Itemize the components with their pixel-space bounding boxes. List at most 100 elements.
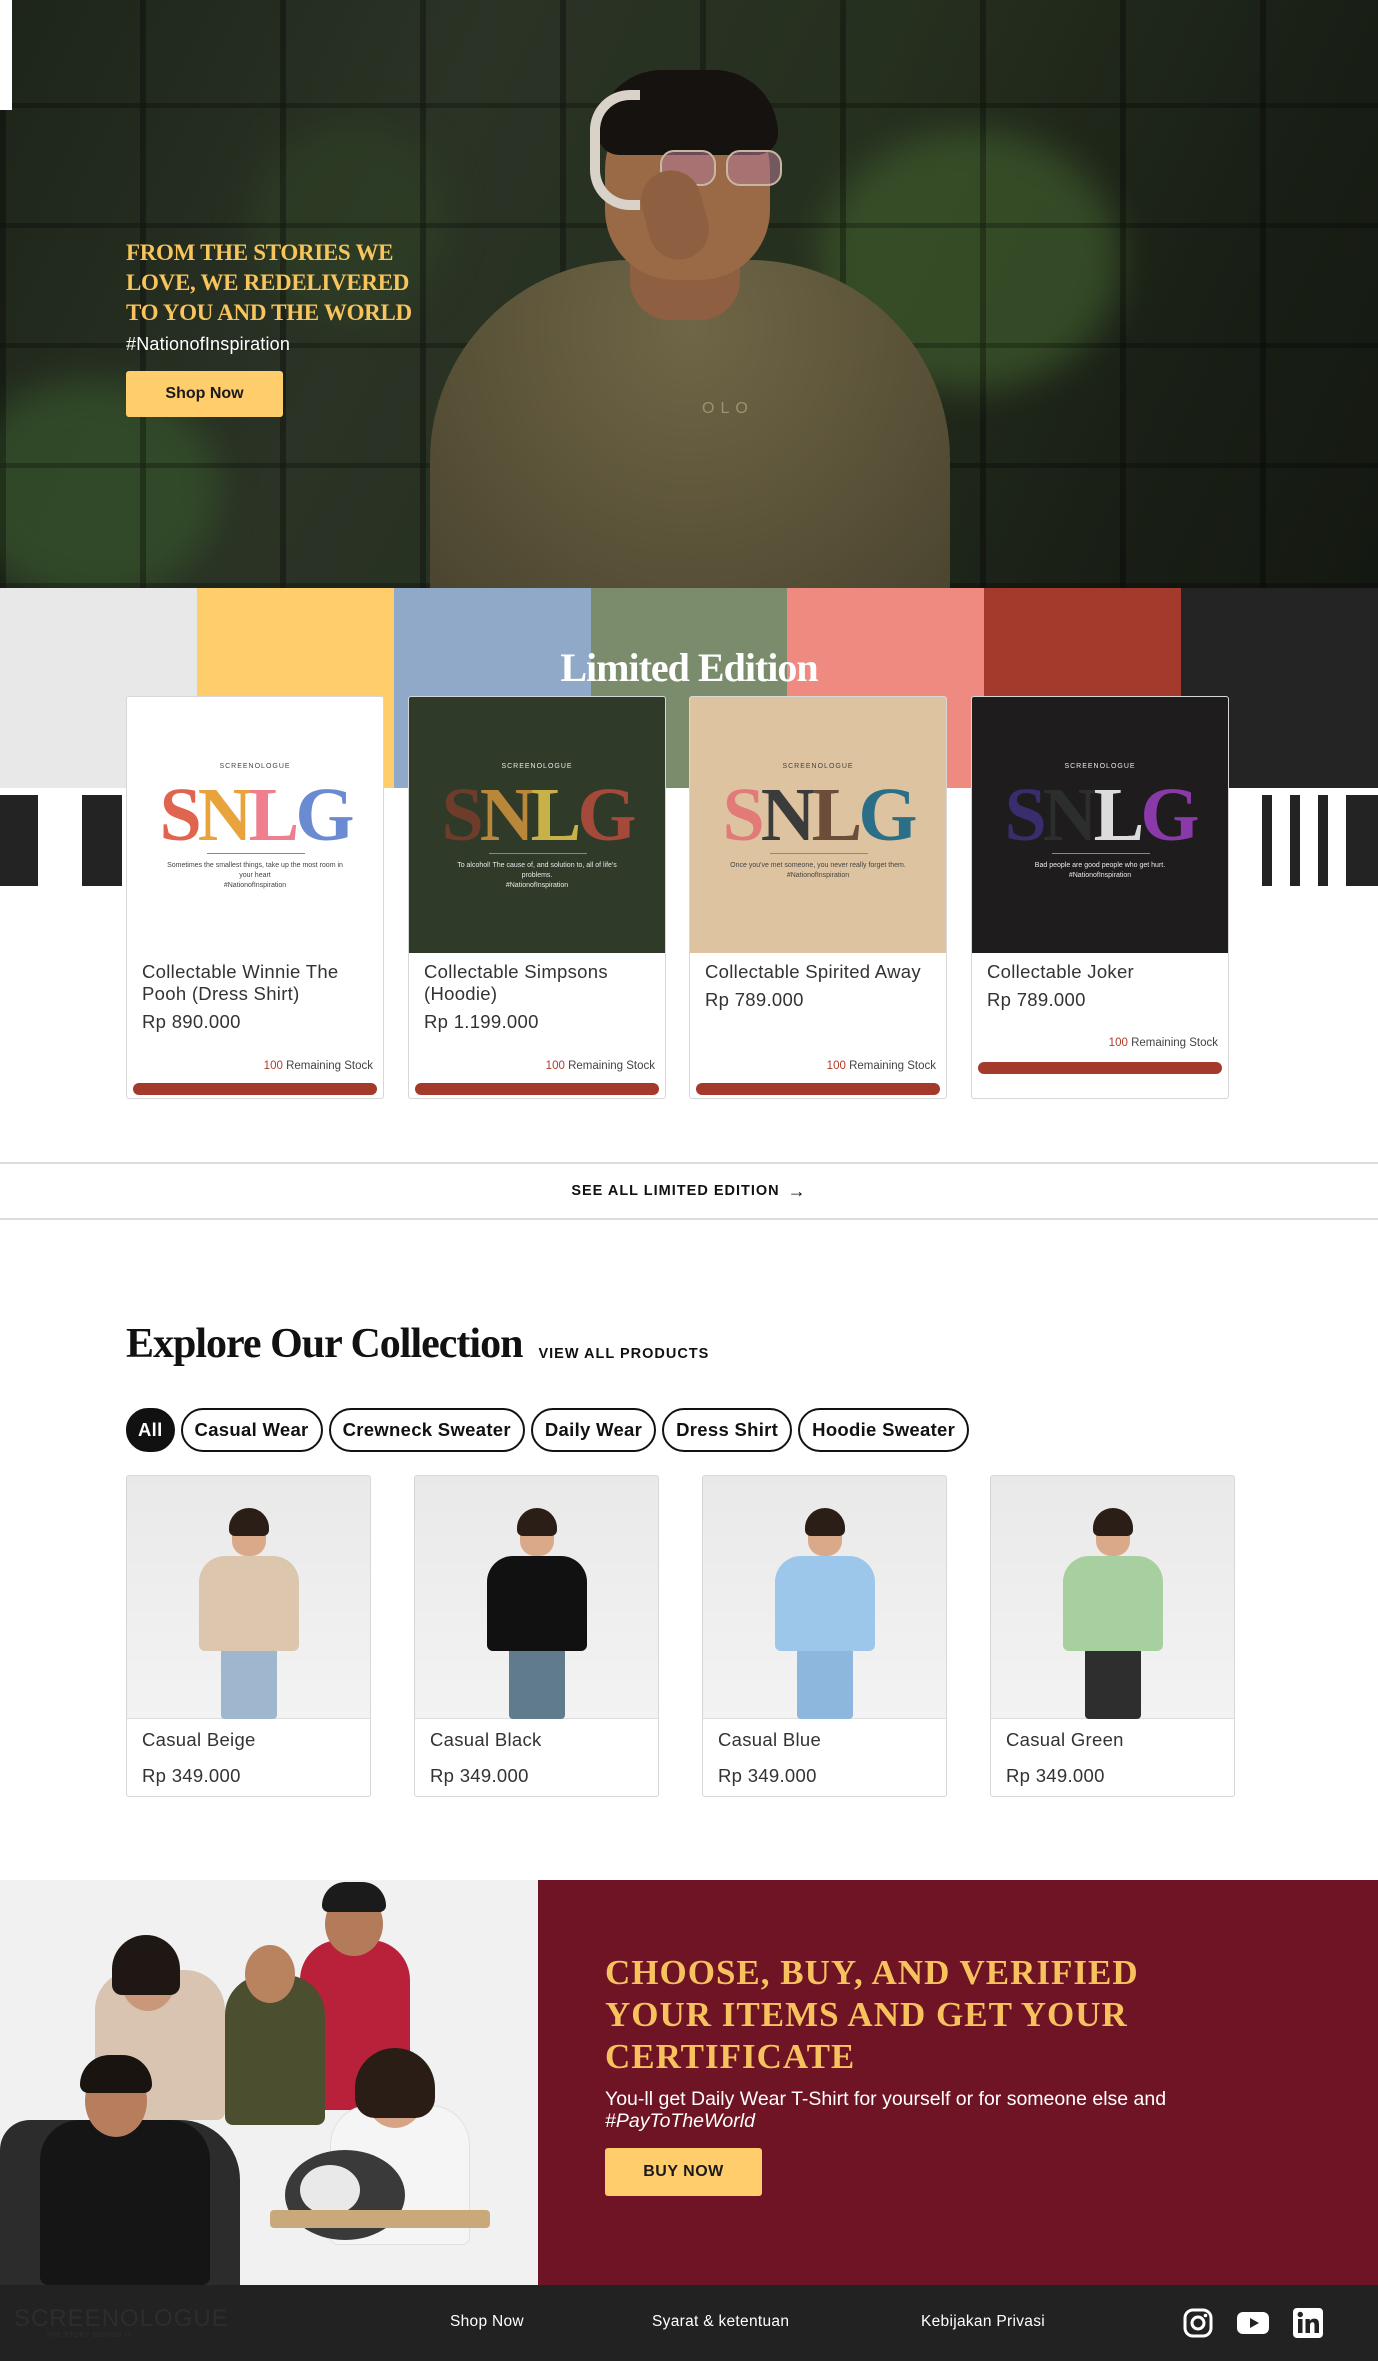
filter-chip-crewneck-sweater[interactable]: Crewneck Sweater [328,1408,525,1452]
buy-now-button[interactable]: BUY NOW [605,2148,762,2196]
product-name: Collectable Simpsons (Hoodie) [424,961,608,1004]
limited-edition-card[interactable]: SCREENOLOGUE SNLG To alcohol! The cause … [408,696,666,1099]
piano-key [1262,795,1272,886]
stock-label: Remaining Stock [849,1060,936,1072]
product-price: Rp 349.000 [430,1765,529,1786]
collection-section: Explore Our Collection VIEW ALL PRODUCTS… [126,1318,1256,1799]
stock-progress-bar [415,1083,659,1095]
product-name: Casual Beige [142,1729,256,1750]
category-filters: All Casual Wear Crewneck Sweater Daily Wear… [126,1408,1256,1452]
limited-edition-card[interactable]: SCREENOLOGUE SNLG Once you've met someon… [689,696,947,1099]
piano-key [38,795,80,886]
stock-count: 100 [263,1060,283,1072]
remaining-stock: 100 Remaining Stock [546,1060,655,1072]
see-all-limited-edition-link[interactable]: SEE ALL LIMITED EDITION → [0,1162,1378,1220]
piano-key [1346,795,1378,886]
product-price: Rp 349.000 [1006,1765,1105,1786]
collection-title: Explore Our Collection [126,1321,523,1367]
limited-edition-section: Limited Edition SCREENOLOGUE SNLG Someti… [0,588,1378,1220]
product-price: Rp 349.000 [718,1765,817,1786]
certificate-promo: CHOOSE, BUY, AND VERIFIED YOUR ITEMS AND… [0,1880,1378,2285]
piano-key [1318,795,1328,886]
product-card[interactable]: Casual Blue Rp 349.000 [702,1475,947,1797]
shop-now-button[interactable]: Shop Now [126,371,283,417]
footer-link-terms[interactable]: Syarat & ketentuan [652,2313,789,2331]
product-name: Collectable Winnie The Pooh (Dress Shirt… [142,961,339,1004]
product-price: Rp 349.000 [142,1765,241,1786]
remaining-stock: 100 Remaining Stock [264,1060,373,1072]
promo-hashtag: #PayToTheWorld [605,2110,755,2132]
footer-logo[interactable]: SCREENOLOGUE [14,2305,229,2333]
product-artwork: SCREENOLOGUE SNLG Sometimes the smallest… [127,697,383,953]
limited-edition-card[interactable]: SCREENOLOGUE SNLG Sometimes the smallest… [126,696,384,1099]
piano-key [1276,795,1286,886]
instagram-icon[interactable] [1182,2307,1214,2339]
filter-chip-dress-shirt[interactable]: Dress Shirt [662,1408,793,1452]
product-card[interactable]: Casual Green Rp 349.000 [990,1475,1235,1797]
view-all-products-link[interactable]: VIEW ALL PRODUCTS [538,1346,709,1362]
stock-progress-bar [978,1062,1222,1074]
stock-label: Remaining Stock [1131,1037,1218,1049]
product-name: Collectable Spirited Away [705,961,921,982]
product-card[interactable]: Casual Black Rp 349.000 [414,1475,659,1797]
artwork-quote: Once you've met someone, you never reall… [730,862,906,879]
product-photo [127,1476,370,1719]
footer-logo-tagline: THE STORY BEHIND IT [46,2332,132,2339]
group-photo [0,1880,538,2285]
product-card[interactable]: Casual Beige Rp 349.000 [126,1475,371,1797]
piano-key [1332,795,1342,886]
hero-edge [0,0,12,110]
artwork-brand: SCREENOLOGUE [1064,763,1136,770]
remaining-stock: 100 Remaining Stock [1109,1037,1218,1049]
limited-edition-card[interactable]: SCREENOLOGUE SNLG Bad people are good pe… [971,696,1229,1099]
snlg-artwork: SNLG [1004,773,1200,857]
snlg-artwork: SNLG [159,773,355,857]
artwork-quote: To alcohol! The cause of, and solution t… [457,862,617,889]
filter-chip-casual-wear[interactable]: Casual Wear [180,1408,323,1452]
artwork-brand: SCREENOLOGUE [501,763,573,770]
piano-key [1290,795,1300,886]
snlg-artwork: SNLG [722,773,918,857]
limited-edition-title: Limited Edition [560,645,818,690]
hoodie-logo: OLO [702,400,754,417]
product-photo [991,1476,1234,1719]
product-price: Rp 789.000 [987,989,1086,1010]
artwork-brand: SCREENOLOGUE [219,763,291,770]
piano-key [0,795,38,886]
product-price: Rp 789.000 [705,989,804,1010]
artwork-quote: Sometimes the smallest things, take up t… [167,862,343,889]
stock-count: 100 [545,1060,565,1072]
footer-link-shop-now[interactable]: Shop Now [450,2313,524,2331]
filter-chip-hoodie-sweater[interactable]: Hoodie Sweater [798,1408,970,1452]
product-photo [415,1476,658,1719]
linkedin-icon[interactable] [1292,2307,1324,2339]
hero-hashtag: #NationofInspiration [126,334,291,354]
footer: SCREENOLOGUE THE STORY BEHIND IT Shop No… [0,2285,1378,2361]
artwork-signature: #NationofInspiration [505,882,569,889]
artwork-signature: #NationofInspiration [1068,872,1132,879]
product-name: Casual Black [430,1729,542,1750]
hero-banner: OLO FROM THE STORIES WE LOVE, WE REDELIV… [0,0,1378,588]
artwork-brand: SCREENOLOGUE [782,763,854,770]
product-artwork: SCREENOLOGUE SNLG Bad people are good pe… [972,697,1228,953]
footer-link-privacy[interactable]: Kebijakan Privasi [921,2313,1045,2331]
piano-key [1246,795,1258,886]
product-name: Collectable Joker [987,961,1135,982]
product-name: Casual Blue [718,1729,822,1750]
filter-chip-all[interactable]: All [126,1408,175,1452]
product-artwork: SCREENOLOGUE SNLG Once you've met someon… [690,697,946,953]
product-price: Rp 890.000 [142,1011,241,1032]
promo-title: CHOOSE, BUY, AND VERIFIED YOUR ITEMS AND… [605,1953,1139,2076]
headphones-icon [590,90,640,210]
snlg-artwork: SNLG [441,773,637,857]
youtube-icon[interactable] [1237,2307,1269,2339]
arrow-right-icon: → [787,1180,807,1201]
stock-progress-bar [133,1083,377,1095]
stock-label: Remaining Stock [286,1060,373,1072]
product-price: Rp 1.199.000 [424,1011,539,1032]
artwork-quote: Bad people are good people who get hurt.… [1034,862,1166,879]
stock-progress-bar [696,1083,940,1095]
filter-chip-daily-wear[interactable]: Daily Wear [530,1408,657,1452]
see-all-label: SEE ALL LIMITED EDITION [571,1183,780,1199]
piano-key [1304,795,1314,886]
